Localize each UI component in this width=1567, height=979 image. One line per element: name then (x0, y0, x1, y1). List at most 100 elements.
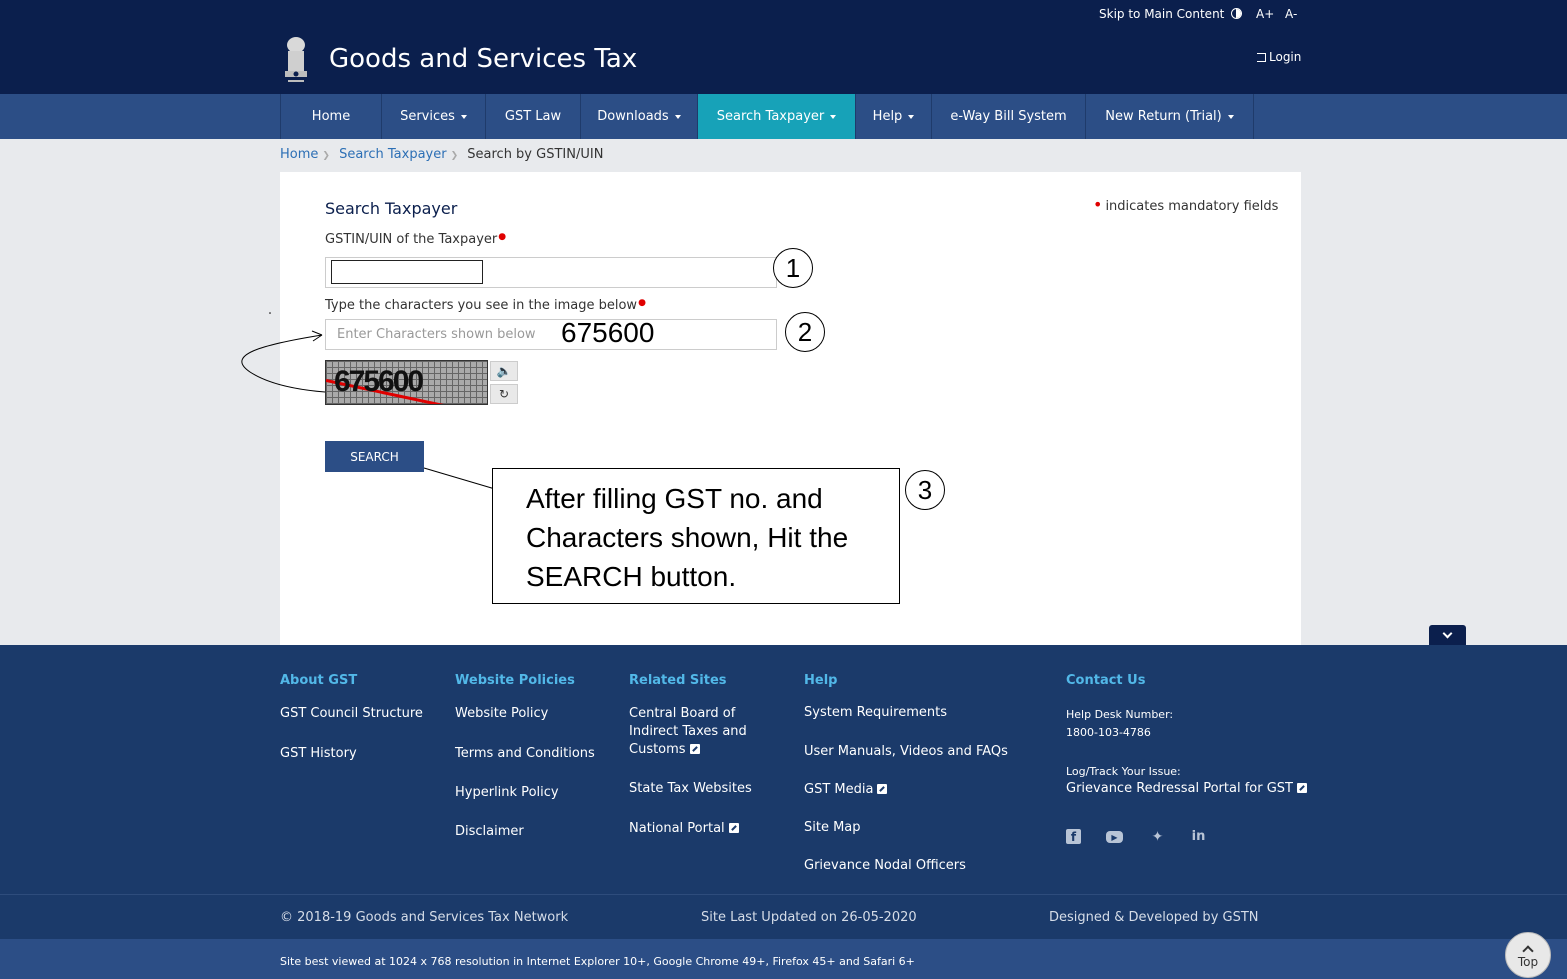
captcha-audio-button[interactable]: 🔈 (490, 361, 518, 381)
footer-about-title: About GST (280, 673, 358, 688)
gstin-label: GSTIN/UIN of the Taxpayer● (325, 232, 506, 247)
captcha-input[interactable] (325, 319, 777, 350)
twitter-icon[interactable]: ✦ (1150, 829, 1165, 845)
footer-link-grievance-officers[interactable]: Grievance Nodal Officers (804, 857, 966, 875)
gstin-label-text: GSTIN/UIN of the Taxpayer (325, 232, 498, 247)
external-link-icon (728, 823, 739, 833)
instruction-callout: After filling GST no. and Characters sho… (492, 468, 900, 604)
site-title[interactable]: Goods and Services Tax (329, 44, 637, 74)
helpdesk-number: 1800-103-4786 (1066, 726, 1151, 739)
step-1-marker: 1 (773, 248, 813, 288)
caret-down-icon (674, 114, 681, 119)
footer-link-national-portal[interactable]: National Portal (629, 820, 739, 838)
external-link-icon (877, 784, 888, 794)
footer-link-cbic[interactable]: Central Board of Indirect Taxes and Cust… (629, 705, 759, 759)
breadcrumb: Home ❯ Search Taxpayer ❯ Search by GSTIN/U… (280, 147, 603, 162)
nav-help[interactable]: Help (856, 94, 932, 139)
helpdesk-label: Help Desk Number: (1066, 708, 1174, 721)
font-increase-button[interactable]: A+ (1256, 7, 1274, 21)
caret-down-icon (908, 114, 915, 119)
footer-link-national-label: National Portal (629, 821, 725, 836)
footer-help-title: Help (804, 673, 838, 688)
footer-policies-title: Website Policies (455, 673, 575, 688)
footer-link-disclaimer[interactable]: Disclaimer (455, 823, 524, 841)
nav-new-return-label: New Return (Trial) (1105, 109, 1222, 124)
required-dot-icon: • (1093, 195, 1103, 214)
caret-down-icon (460, 114, 467, 119)
nav-services[interactable]: Services (382, 94, 486, 139)
developer-credit: Designed & Developed by GSTN (1049, 910, 1259, 925)
external-link-icon (1296, 783, 1307, 793)
captcha-typed-value: 675600 (561, 317, 655, 348)
stray-dot (269, 312, 271, 314)
nav-services-label: Services (400, 109, 455, 124)
facebook-icon[interactable]: f (1066, 829, 1081, 844)
footer-link-gst-council[interactable]: GST Council Structure (280, 705, 423, 723)
nav-gst-law[interactable]: GST Law (486, 94, 581, 139)
nav-gst-law-label: GST Law (504, 109, 562, 124)
page-title: Search Taxpayer (325, 199, 458, 218)
footer-link-hyperlink-policy[interactable]: Hyperlink Policy (455, 784, 559, 802)
login-link[interactable]: Login (1257, 50, 1301, 64)
speaker-icon: 🔈 (496, 364, 512, 378)
track-issue-label: Log/Track Your Issue: (1066, 765, 1181, 778)
external-link-icon (689, 744, 700, 754)
nav-home-label: Home (311, 109, 351, 124)
back-to-top-button[interactable]: Top (1505, 932, 1551, 978)
nav-home[interactable]: Home (280, 94, 382, 139)
step-2-marker: 2 (785, 312, 825, 352)
captcha-refresh-button[interactable]: ↻ (490, 384, 518, 404)
nav-downloads[interactable]: Downloads (581, 94, 698, 139)
copyright-text: © 2018-19 Goods and Services Tax Network (280, 910, 569, 925)
captcha-image: 675600 (325, 360, 488, 405)
footer-link-gst-media-label: GST Media (804, 782, 874, 797)
footer-link-gst-media[interactable]: GST Media (804, 781, 888, 799)
scroll-down-button[interactable] (1429, 625, 1466, 645)
captcha-label-text: Type the characters you see in the image… (325, 298, 638, 313)
mandatory-note: • indicates mandatory fields (1093, 195, 1278, 214)
utility-bar: Skip to Main Content A+ A- (0, 0, 1567, 27)
nav-search-taxpayer[interactable]: Search Taxpayer (698, 94, 856, 139)
chevron-down-icon (1442, 628, 1453, 638)
breadcrumb-home[interactable]: Home (280, 147, 318, 162)
footer-link-website-policy[interactable]: Website Policy (455, 705, 548, 723)
sign-in-icon (1257, 53, 1266, 62)
site-header: Goods and Services Tax Login (0, 27, 1567, 94)
main-nav: Home Services GST Law Downloads Search T… (0, 94, 1567, 139)
nav-new-return[interactable]: New Return (Trial) (1086, 94, 1254, 139)
required-dot-icon: ● (498, 232, 507, 242)
footer-link-user-manuals[interactable]: User Manuals, Videos and FAQs (804, 743, 1008, 761)
footer-link-state-tax[interactable]: State Tax Websites (629, 780, 752, 798)
step-3-marker: 3 (905, 470, 945, 510)
footer-related-title: Related Sites (629, 673, 727, 688)
footer-link-terms[interactable]: Terms and Conditions (455, 745, 595, 763)
footer-link-system-requirements[interactable]: System Requirements (804, 704, 947, 722)
youtube-icon[interactable]: ▶ (1106, 831, 1123, 843)
nav-help-label: Help (872, 109, 903, 124)
footer-link-grievance-label: Grievance Redressal Portal for GST (1066, 781, 1293, 796)
footer-link-gst-history[interactable]: GST History (280, 745, 357, 763)
search-button[interactable]: SEARCH (325, 441, 424, 472)
mandatory-note-text: indicates mandatory fields (1105, 199, 1279, 214)
browser-note-text: Site best viewed at 1024 x 768 resolutio… (280, 955, 915, 968)
captcha-image-text: 675600 (334, 365, 424, 398)
footer-link-site-map[interactable]: Site Map (804, 819, 861, 837)
footer (0, 645, 1567, 894)
captcha-label: Type the characters you see in the image… (325, 298, 646, 313)
gstin-input[interactable] (331, 260, 483, 284)
nav-eway-label: e-Way Bill System (950, 109, 1067, 124)
breadcrumb-current: Search by GSTIN/UIN (467, 147, 604, 162)
required-dot-icon: ● (638, 298, 646, 308)
nav-search-taxpayer-label: Search Taxpayer (716, 109, 825, 124)
national-emblem-icon[interactable] (280, 35, 312, 85)
footer-link-grievance-portal[interactable]: Grievance Redressal Portal for GST (1066, 780, 1307, 798)
contrast-icon[interactable] (1231, 8, 1242, 19)
skip-to-main-link[interactable]: Skip to Main Content (1099, 7, 1224, 21)
footer-link-cbic-label: Central Board of Indirect Taxes and Cust… (629, 706, 747, 757)
breadcrumb-search-taxpayer[interactable]: Search Taxpayer (339, 147, 447, 162)
refresh-icon: ↻ (498, 387, 510, 401)
nav-eway-bill[interactable]: e-Way Bill System (932, 94, 1086, 139)
font-decrease-button[interactable]: A- (1285, 7, 1297, 21)
copyright-bar: © 2018-19 Goods and Services Tax Network… (0, 894, 1567, 939)
linkedin-icon[interactable]: in (1191, 829, 1206, 844)
